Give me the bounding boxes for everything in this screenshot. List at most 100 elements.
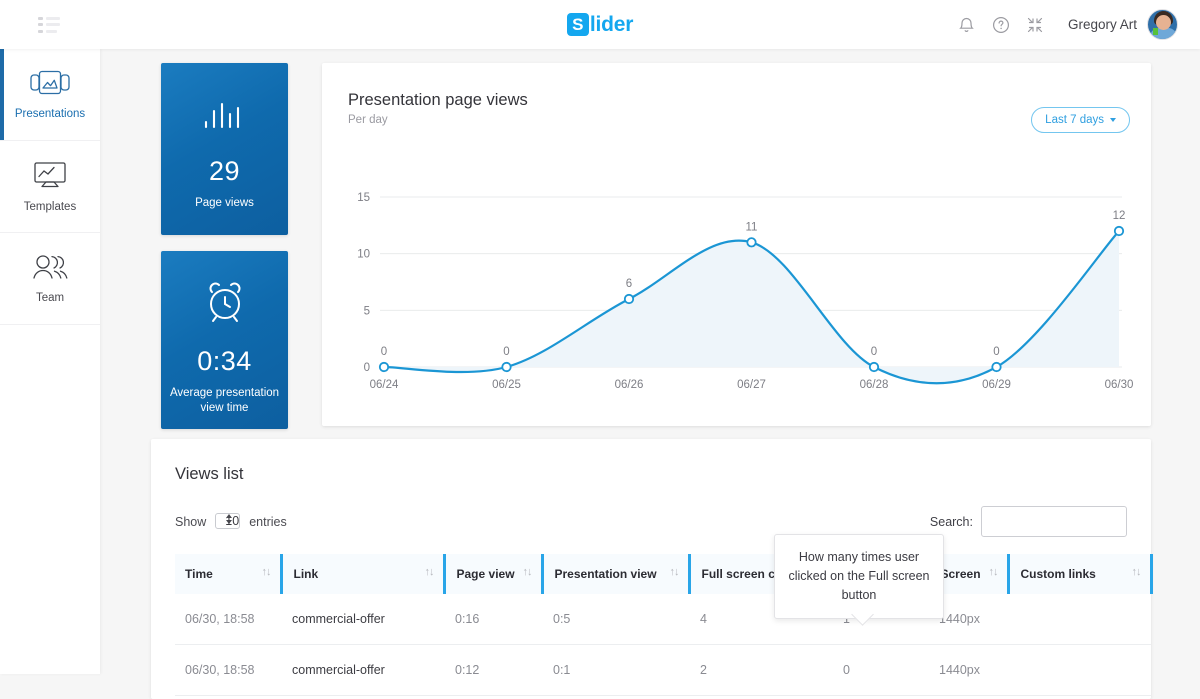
column-label: Screen	[940, 567, 981, 581]
cell-time: 06/30, 18:58	[175, 594, 281, 645]
search-input[interactable]	[981, 506, 1127, 537]
svg-text:06/29: 06/29	[982, 379, 1011, 391]
main-content: 29 Page views 0:34 Average presentation …	[100, 49, 1200, 699]
column-label: Link	[293, 567, 319, 581]
table-row[interactable]: 06/30, 18:58 commercial-offer 0:12 0:1 2…	[175, 644, 1151, 696]
cell-custom-links	[1008, 594, 1151, 645]
sort-icon[interactable]: ↑↓	[425, 566, 435, 578]
svg-text:15: 15	[357, 192, 370, 204]
column-header-link[interactable]: Link ↑↓	[279, 554, 444, 594]
svg-text:0: 0	[503, 346, 509, 358]
search-control: Search:	[930, 506, 1127, 537]
svg-text:10: 10	[357, 249, 370, 261]
cell-presentation-view: 0:5	[542, 594, 689, 645]
hamburger-list-icon[interactable]	[38, 16, 60, 33]
cell-presentation-view: 0:1	[542, 644, 689, 696]
sidebar-item-templates[interactable]: Templates	[0, 141, 100, 233]
column-header-time[interactable]: Time ↑↓	[175, 554, 281, 594]
sort-icon[interactable]: ↑↓	[1132, 566, 1142, 578]
svg-text:0: 0	[381, 346, 387, 358]
table-controls: Show 10 entries Search:	[151, 484, 1151, 537]
left-sidebar: Presentations Templates Team	[0, 49, 100, 674]
column-label: Presentation view	[554, 567, 657, 581]
sort-icon[interactable]: ↑↓	[523, 566, 533, 578]
views-list-panel: Views list Show 10 entries Search: How m…	[151, 439, 1153, 699]
column-header-presentation-view[interactable]: Presentation view ↑↓	[540, 554, 689, 594]
cell-full-screen-clicks: 2	[689, 644, 832, 696]
app-logo-link[interactable]: S lider	[566, 12, 634, 37]
sidebar-item-label: Team	[35, 291, 65, 304]
sort-icon[interactable]: ↑↓	[262, 566, 272, 578]
entries-label: entries	[249, 514, 287, 529]
cell-link[interactable]: commercial-offer	[281, 594, 444, 645]
stat-value: 0:34	[197, 346, 252, 376]
line-chart[interactable]: 0 5 10 15 0 06/24 0 06/25 6 06/26 11 06/27 0 06/28 0 06…	[322, 181, 1151, 411]
svg-text:11: 11	[746, 221, 758, 233]
sort-icon[interactable]: ↑↓	[989, 566, 999, 578]
stat-card-page-views[interactable]: 29 Page views	[161, 63, 288, 235]
stat-label: Average presentation view time	[169, 387, 280, 414]
presentation-icon	[30, 70, 70, 101]
svg-text:0: 0	[993, 346, 999, 358]
show-label: Show	[175, 514, 207, 529]
bell-icon[interactable]	[950, 8, 984, 42]
entries-select[interactable]: 10	[215, 510, 241, 533]
svg-text:0: 0	[364, 362, 370, 374]
chart-panel: Presentation page views Per day Last 7 d…	[322, 63, 1151, 426]
svg-text:0: 0	[871, 346, 877, 358]
svg-text:06/26: 06/26	[615, 379, 644, 391]
user-name-label[interactable]: Gregory Art	[1068, 17, 1137, 32]
column-label: Custom links	[1020, 567, 1096, 581]
svg-text:5: 5	[364, 305, 370, 317]
column-header-custom-links[interactable]: Custom links ↑↓	[1006, 554, 1153, 594]
cell-page-view: 0:12	[444, 644, 542, 696]
cell-time: 06/30, 18:58	[175, 644, 281, 696]
avatar[interactable]	[1147, 9, 1178, 40]
header-actions: Gregory Art	[950, 8, 1200, 42]
chevron-down-icon	[1110, 118, 1116, 122]
collapse-fullscreen-icon[interactable]	[1018, 8, 1052, 42]
stat-card-avg-view-time[interactable]: 0:34 Average presentation view time	[161, 251, 288, 429]
bar-chart-icon	[201, 95, 249, 140]
logo-mark: S	[566, 13, 589, 36]
cell-pdf-clicks: 0	[832, 644, 928, 696]
question-circle-icon[interactable]	[984, 8, 1018, 42]
date-range-dropdown[interactable]: Last 7 days	[1031, 107, 1130, 133]
page-title: Views list	[175, 465, 244, 483]
chart-title: Presentation page views	[348, 91, 528, 109]
cell-link[interactable]: commercial-offer	[281, 644, 444, 696]
table-header-row: Time ↑↓ Link ↑↓ Page view ↑↓ Presentatio…	[175, 554, 1153, 594]
top-header-bar: S lider Gregory Art	[0, 0, 1200, 49]
full-screen-clicks-tooltip: How many times user clicked on the Full …	[774, 534, 944, 619]
page-size-control: Show 10 entries	[175, 510, 287, 533]
sidebar-item-presentations[interactable]: Presentations	[0, 49, 100, 141]
svg-text:06/27: 06/27	[737, 379, 766, 391]
cell-screen: 1440px	[928, 644, 1008, 696]
sort-icon[interactable]: ↑↓	[670, 566, 680, 578]
chart-header: Presentation page views Per day Last 7 d…	[322, 63, 1151, 133]
views-table: Time ↑↓ Link ↑↓ Page view ↑↓ Presentatio…	[175, 554, 1153, 696]
alarm-clock-icon	[199, 279, 251, 330]
svg-text:06/25: 06/25	[492, 379, 521, 391]
svg-text:6: 6	[626, 278, 632, 290]
table-row[interactable]: 06/30, 18:58 commercial-offer 0:16 0:5 4…	[175, 594, 1151, 645]
svg-text:06/30: 06/30	[1105, 379, 1134, 391]
sidebar-item-label: Presentations	[14, 107, 86, 120]
stepper-arrows-icon	[226, 514, 233, 524]
chart-subtitle: Per day	[348, 114, 388, 126]
cell-custom-links	[1008, 644, 1151, 696]
date-range-label: Last 7 days	[1045, 114, 1104, 126]
sidebar-item-team[interactable]: Team	[0, 233, 100, 325]
stat-value: 29	[208, 156, 241, 186]
column-header-page-view[interactable]: Page view ↑↓	[442, 554, 542, 594]
svg-text:12: 12	[1113, 210, 1126, 222]
svg-text:06/24: 06/24	[370, 379, 399, 391]
cell-page-view: 0:16	[444, 594, 542, 645]
logo-text: lider	[589, 12, 634, 36]
column-label: Page view	[456, 567, 515, 581]
monitor-chart-icon	[33, 161, 67, 194]
sidebar-item-label: Templates	[23, 200, 77, 213]
stat-label: Page views	[195, 197, 254, 209]
column-label: Time	[185, 567, 213, 581]
search-label: Search:	[929, 514, 973, 529]
